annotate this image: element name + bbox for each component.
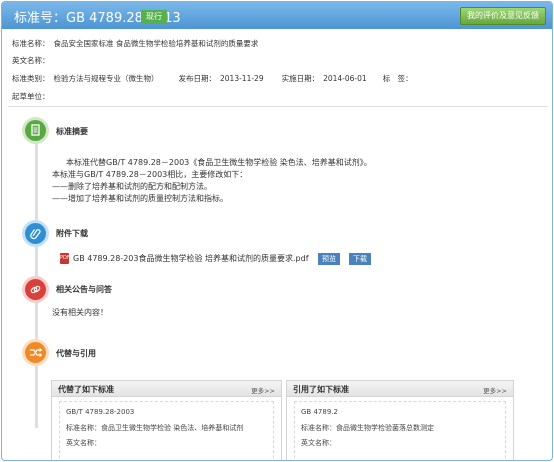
- category-label: 标准类别：: [12, 74, 50, 83]
- english-name-label: 英文名称：: [12, 56, 50, 65]
- section-title-replace: 代替与引用: [56, 349, 96, 358]
- attachment-file-link[interactable]: PDF GB 4789.28-203食品微生物学检验 培养基和试剂的质量要求.pd…: [60, 253, 309, 264]
- attachment-filename[interactable]: GB 4789.28-203食品微生物学检验 培养基和试剂的质量要求.pdf: [73, 254, 309, 263]
- abstract-line-4: ——增加了培养基和试剂的质量控制方法和指标。: [52, 194, 228, 203]
- divider: [8, 106, 548, 107]
- english-name-row: 英文名称：: [12, 55, 54, 66]
- timeline-line: [35, 128, 38, 428]
- replaced-item: GB/T 4789.28-2003 标准名称：食品卫生微生物学检验 染色法、培养…: [59, 401, 274, 460]
- cited-name-label: 标准名称：: [301, 424, 336, 432]
- standard-detail-panel: 标准号：GB 4789.28-2013 现行 我的评价及意见反馈 标准名称： 食品…: [1, 1, 553, 461]
- replaced-box-title: 代替了如下标准: [58, 385, 114, 394]
- cited-box-header: 引用了如下标准 更多>>: [287, 381, 513, 397]
- tag-label: 标 签：: [382, 74, 413, 83]
- cited-name-row: 标准名称：食品微生物学检验菌落总数测定: [301, 423, 434, 433]
- chinese-name-row: 标准名称： 食品安全国家标准 食品微生物学检验培养基和试剂的质量要求: [12, 38, 262, 49]
- section-title-notices: 相关公告与问答: [56, 285, 112, 294]
- cited-more-link[interactable]: 更多>>: [483, 385, 507, 395]
- replaced-box-header: 代替了如下标准 更多>>: [52, 381, 281, 397]
- replaced-name-row: 标准名称：食品卫生微生物学检验 染色法、培养基和试剂: [66, 423, 243, 433]
- document-icon: [25, 120, 46, 141]
- section-title-attachment: 附件下载: [56, 229, 88, 238]
- cited-name: 食品微生物学检验菌落总数测定: [336, 424, 434, 432]
- no-content-message: 没有相关内容！: [52, 308, 108, 317]
- replaced-code[interactable]: GB/T 4789.28-2003: [66, 408, 134, 416]
- drafter-label: 起草单位：: [12, 92, 50, 101]
- replaced-en-label: 英文名称：: [66, 439, 101, 447]
- download-button[interactable]: 下载: [349, 253, 371, 265]
- publish-date-value: 2013-11-29: [220, 74, 264, 83]
- paperclip-icon: [25, 223, 46, 244]
- shuffle-icon: [25, 342, 46, 363]
- abstract-line-2: 本标准与GB/T 4789.28－2003相比，主要修改如下：: [52, 170, 248, 179]
- replaced-standards-box: 代替了如下标准 更多>> GB/T 4789.28-2003 标准名称：食品卫生…: [51, 380, 282, 460]
- cited-code[interactable]: GB 4789.2: [301, 408, 338, 416]
- implement-date-label: 实施日期：: [281, 74, 320, 83]
- cited-box-title: 引用了如下标准: [293, 385, 349, 394]
- chinese-name-value: 食品安全国家标准 食品微生物学检验培养基和试剂的质量要求: [53, 39, 259, 48]
- replaced-more-link[interactable]: 更多>>: [251, 385, 275, 395]
- status-badge: 现行: [141, 10, 167, 24]
- abstract-line-1: 本标准代替GB/T 4789.28－2003《食品卫生微生物学检验 染色法、培养…: [66, 158, 372, 167]
- cited-en-label: 英文名称：: [301, 439, 336, 447]
- chinese-name-label: 标准名称：: [12, 39, 50, 48]
- preview-button[interactable]: 预览: [318, 253, 340, 265]
- replaced-name-label: 标准名称：: [66, 424, 101, 432]
- replaced-name: 食品卫生微生物学检验 染色法、培养基和试剂: [101, 424, 244, 432]
- cited-item: GB 4789.2 标准名称：食品微生物学检验菌落总数测定 英文名称：: [294, 401, 506, 460]
- drafter-row: 起草单位：: [12, 91, 54, 102]
- cited-standards-box: 引用了如下标准 更多>> GB 4789.2 标准名称：食品微生物学检验菌落总数…: [286, 380, 514, 460]
- standard-header: 标准号：GB 4789.28-2013 现行 我的评价及意见反馈: [2, 2, 552, 29]
- feedback-button[interactable]: 我的评价及意见反馈: [460, 7, 546, 25]
- publish-date-label: 发布日期：: [178, 74, 217, 83]
- category-row: 标准类别： 检验方法与规程专业（微生物） 发布日期： 2013-11-29 实施日期： 2…: [12, 73, 417, 84]
- implement-date-value: 2014-06-01: [323, 74, 367, 83]
- section-title-abstract: 标准摘要: [56, 127, 88, 136]
- link-icon: [25, 279, 46, 300]
- abstract-line-3: ——删除了培养基和试剂的配方和配制方法。: [52, 182, 212, 191]
- category-value: 检验方法与规程专业（微生物）: [53, 74, 159, 83]
- pdf-icon: PDF: [60, 253, 70, 264]
